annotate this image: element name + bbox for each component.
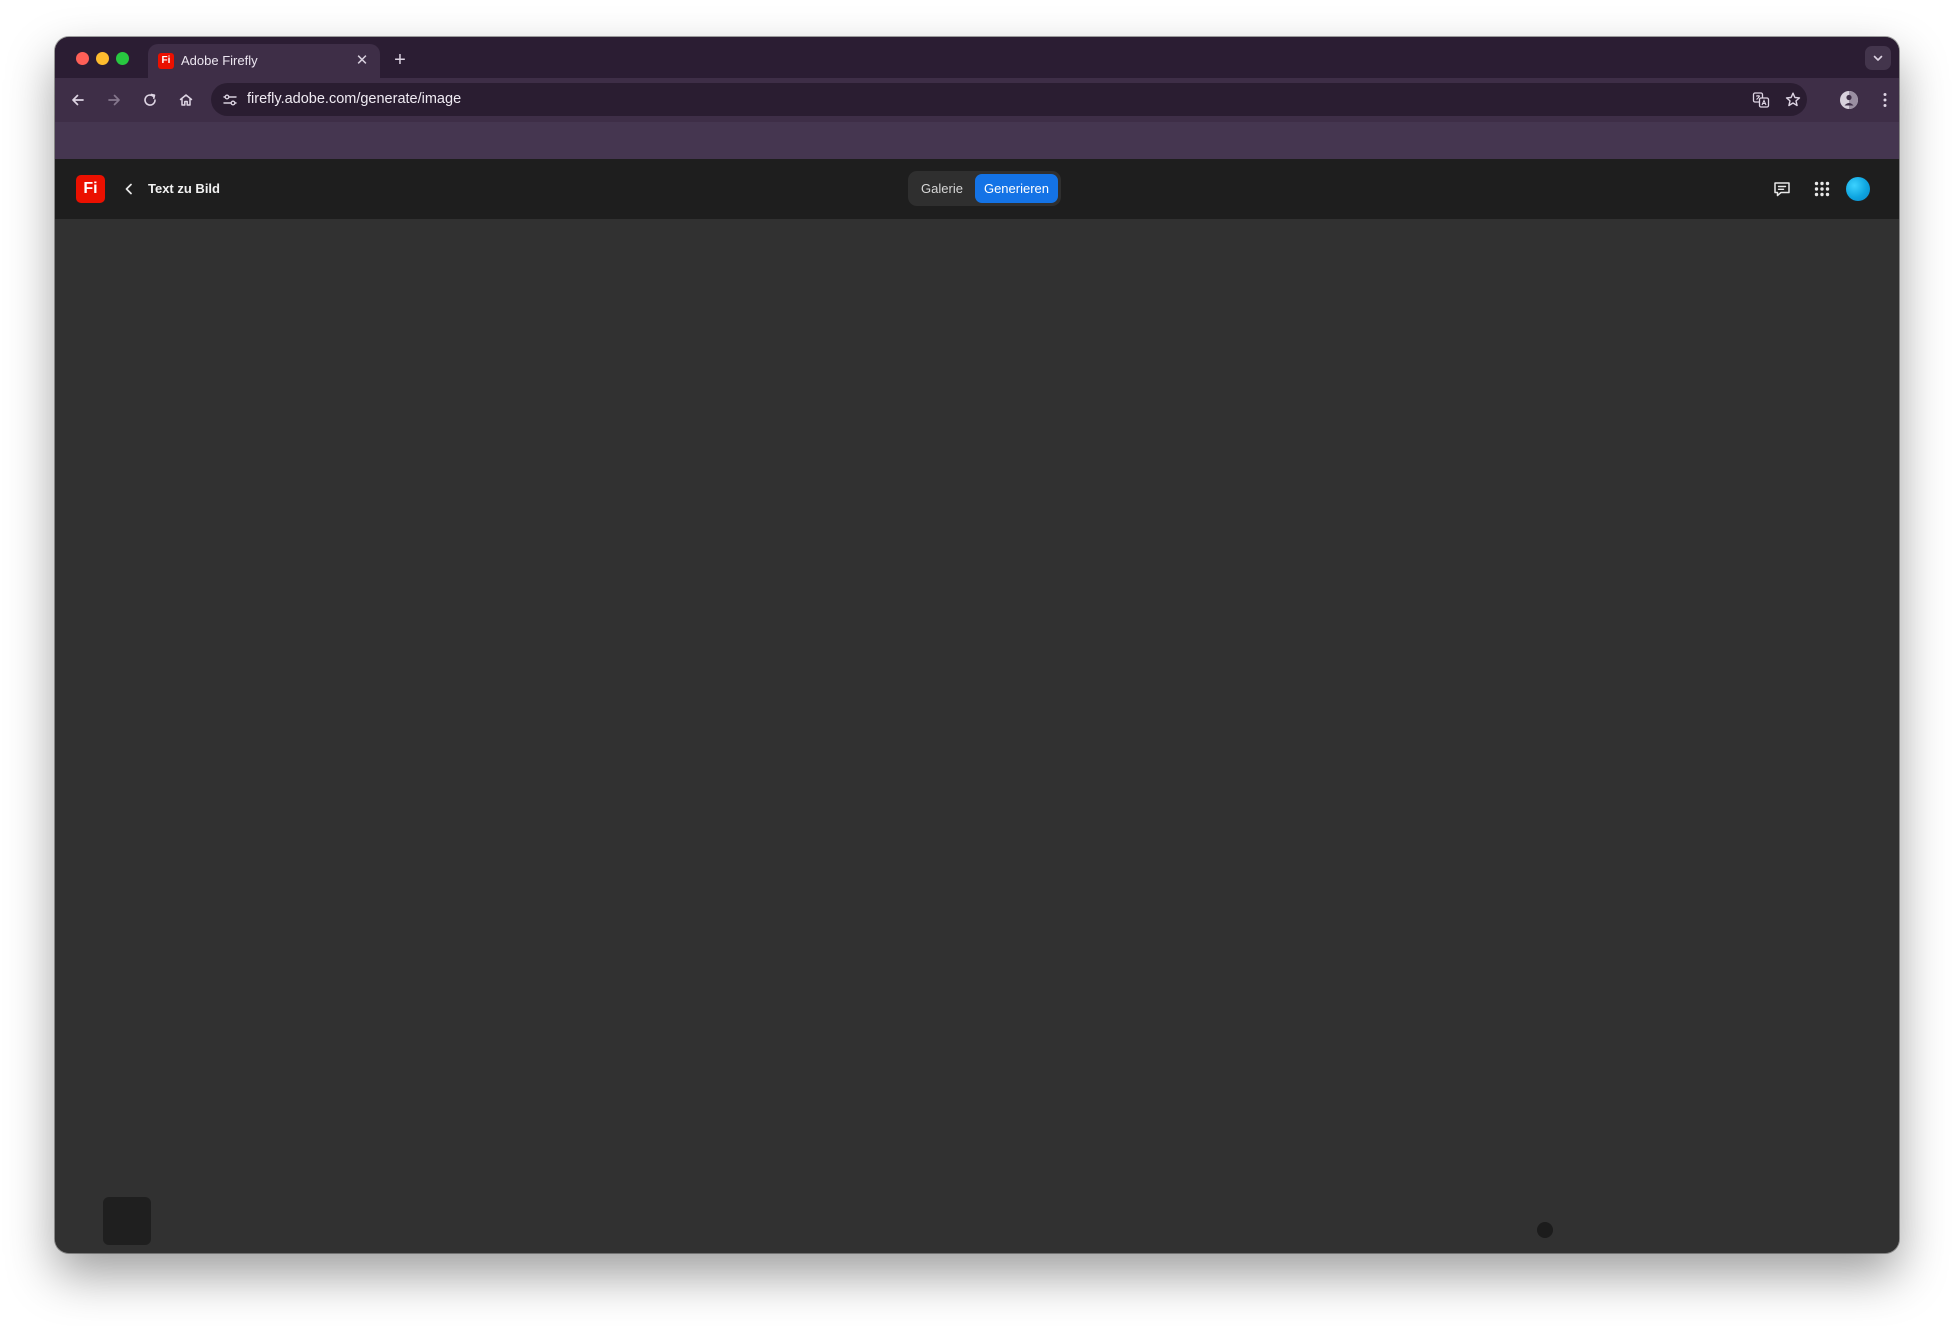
reload-icon — [144, 93, 156, 106]
avatar[interactable] — [1846, 177, 1870, 201]
back-arrow-icon — [72, 94, 84, 106]
home-icon — [179, 94, 193, 106]
home-button[interactable] — [173, 87, 199, 113]
app-switcher-icon[interactable] — [1810, 177, 1834, 201]
main-content — [55, 219, 1899, 1253]
translate-icon[interactable] — [1751, 90, 1771, 110]
bookmarks-bar — [55, 122, 1899, 159]
reload-button[interactable] — [137, 87, 163, 113]
fullscreen-window-button[interactable] — [116, 52, 129, 65]
tab-close-icon[interactable]: ✕ — [353, 52, 371, 70]
tab-title: Adobe Firefly — [181, 53, 258, 68]
new-tab-button[interactable]: + — [388, 48, 412, 72]
loading-placeholder — [103, 1197, 151, 1245]
forward-arrow-icon — [108, 94, 120, 106]
browser-window: Fi Adobe Firefly ✕ + firefly.adobe.com/g… — [55, 37, 1899, 1253]
minimize-window-button[interactable] — [96, 52, 109, 65]
page-title: Text zu Bild — [148, 181, 220, 196]
tab-strip: Fi Adobe Firefly ✕ + — [55, 37, 1899, 78]
back-button[interactable] — [65, 87, 91, 113]
back-chevron-icon[interactable] — [119, 179, 139, 199]
address-bar[interactable]: firefly.adobe.com/generate/image — [211, 83, 1807, 116]
firefly-favicon-icon: Fi — [158, 53, 174, 69]
forward-button[interactable] — [101, 87, 127, 113]
feedback-icon[interactable] — [1770, 177, 1794, 201]
firefly-logo[interactable]: Fi — [76, 175, 105, 203]
browser-tab-active[interactable]: Fi Adobe Firefly ✕ — [148, 44, 380, 78]
view-switcher: Galerie Generieren — [908, 171, 1061, 206]
tab-gallery[interactable]: Galerie — [911, 174, 973, 203]
bookmark-star-icon[interactable] — [1783, 90, 1803, 110]
site-info-icon[interactable] — [221, 91, 239, 109]
tab-generate[interactable]: Generieren — [975, 174, 1058, 203]
loading-indicator — [1537, 1222, 1553, 1238]
close-window-button[interactable] — [76, 52, 89, 65]
kebab-menu-icon[interactable] — [1875, 90, 1895, 110]
chevron-down-icon — [1873, 55, 1883, 61]
profile-icon[interactable] — [1839, 90, 1859, 110]
url-text[interactable]: firefly.adobe.com/generate/image — [247, 91, 461, 108]
tab-search-button[interactable] — [1865, 46, 1891, 70]
app-header: Fi Text zu Bild Galerie Generieren — [55, 159, 1899, 219]
browser-toolbar: firefly.adobe.com/generate/image — [55, 78, 1899, 122]
